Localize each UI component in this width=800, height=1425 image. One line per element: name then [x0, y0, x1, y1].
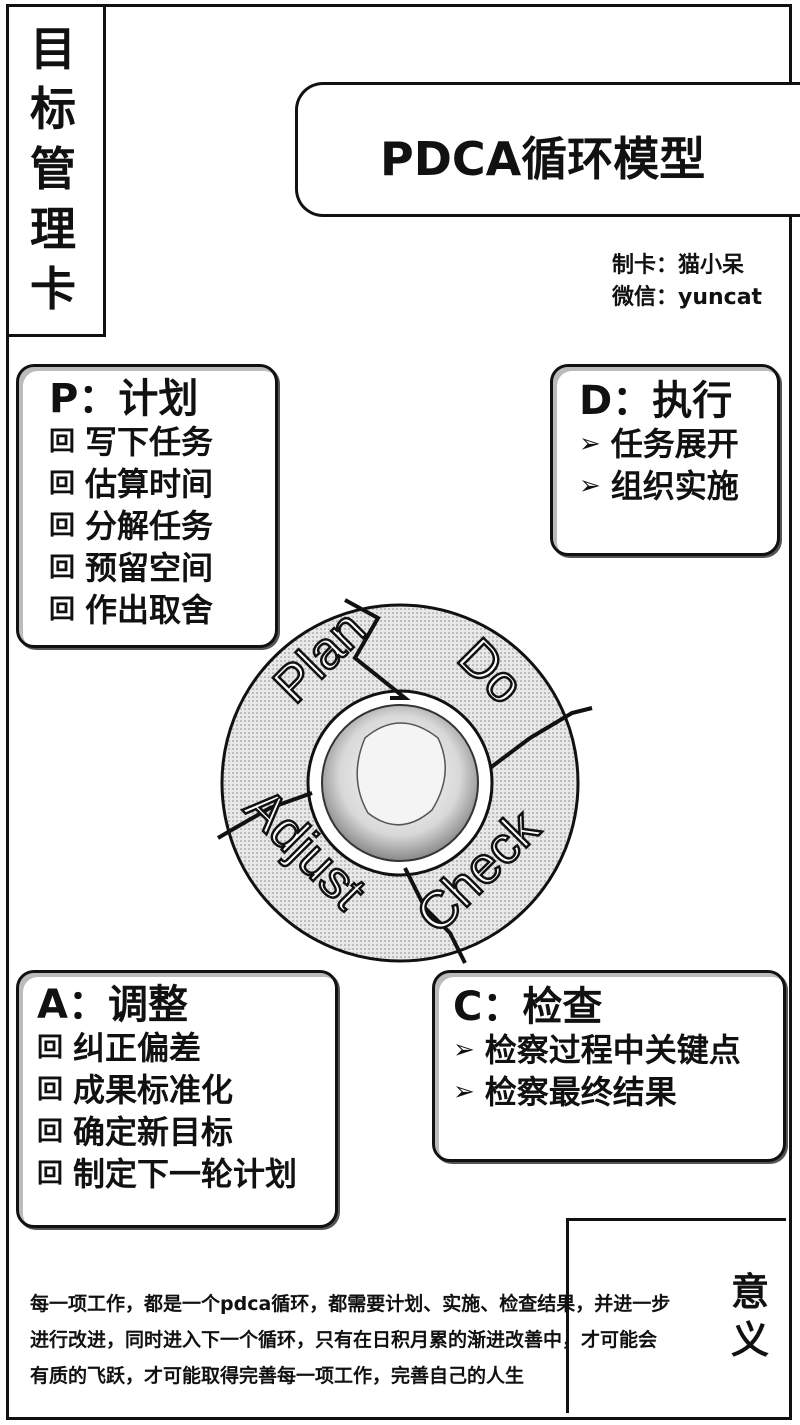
plan-heading: P：计划 [49, 376, 199, 422]
side-title: 目 标 管 理 卡 [6, 4, 106, 337]
meaning-heading-char: 义 [731, 1318, 770, 1362]
adjust-item: 回成果标准化 [37, 1071, 234, 1109]
meaning-line: 有质的飞跃，才可能取得完善每一项工作，完善自己的人生 [30, 1365, 525, 1387]
checkbox-icon: 回 [37, 1159, 64, 1189]
adjust-item: 回制定下一轮计划 [37, 1155, 298, 1193]
side-title-char: 管 [30, 142, 76, 196]
arrow-bullet-icon: ➢ [579, 471, 601, 501]
checkbox-icon: 回 [37, 1117, 64, 1147]
plan-item: 回预留空间 [49, 549, 214, 587]
credits: 制卡：猫小呆 微信：yuncat [612, 250, 762, 314]
checkbox-icon: 回 [49, 595, 76, 625]
meaning-heading-char: 意 [731, 1270, 770, 1314]
do-card: D：执行 ➢ 任务展开 ➢ 组织实施 [550, 364, 780, 556]
adjust-item: 回纠正偏差 [37, 1029, 202, 1067]
plan-item: 回写下任务 [49, 423, 214, 461]
wechat-credit: 微信：yuncat [612, 285, 763, 310]
side-title-char: 目 [30, 22, 76, 76]
check-card: C：检查 ➢ 检察过程中关键点 ➢ 检察最终结果 [432, 970, 786, 1162]
checkbox-icon: 回 [49, 427, 76, 457]
side-title-char: 卡 [30, 262, 76, 316]
pdca-cycle-diagram: Plan Do Check Adjust [216, 598, 593, 964]
do-item: ➢ 组织实施 [579, 467, 739, 505]
meaning-paragraph: 每一项工作，都是一个pdca循环，都需要计划、实施、检查结果，并进一步 进行改进… [30, 1286, 730, 1394]
arrow-bullet-icon: ➢ [579, 429, 601, 459]
check-item: ➢ 检察过程中关键点 [453, 1031, 741, 1069]
hub-highlight [356, 722, 446, 826]
check-heading: C：检查 [453, 984, 603, 1030]
checkbox-icon: 回 [49, 469, 76, 499]
plan-item: 回分解任务 [49, 507, 214, 545]
adjust-heading: A：调整 [37, 982, 188, 1028]
arrow-bullet-icon: ➢ [453, 1035, 475, 1065]
adjust-item: 回确定新目标 [37, 1113, 234, 1151]
checkbox-icon: 回 [37, 1033, 64, 1063]
side-title-char: 理 [30, 202, 76, 256]
author-credit: 制卡：猫小呆 [612, 253, 745, 278]
checkbox-icon: 回 [37, 1075, 64, 1105]
page-title: PDCA循环模型 [380, 132, 706, 186]
title-box: PDCA循环模型 [295, 82, 800, 217]
meaning-line: 每一项工作，都是一个pdca循环，都需要计划、实施、检查结果，并进一步 [30, 1293, 671, 1315]
checkbox-icon: 回 [49, 553, 76, 583]
plan-item: 回估算时间 [49, 465, 214, 503]
do-item: ➢ 任务展开 [579, 425, 739, 463]
checkbox-icon: 回 [49, 511, 76, 541]
side-title-char: 标 [30, 82, 76, 136]
adjust-card: A：调整 回纠正偏差 回成果标准化 回确定新目标 回制定下一轮计划 [16, 970, 338, 1228]
arrow-bullet-icon: ➢ [453, 1077, 475, 1107]
check-item: ➢ 检察最终结果 [453, 1073, 677, 1111]
meaning-line: 进行改进，同时进入下一个循环，只有在日积月累的渐进改善中，才可能会 [30, 1329, 658, 1351]
do-heading: D：执行 [579, 378, 733, 424]
